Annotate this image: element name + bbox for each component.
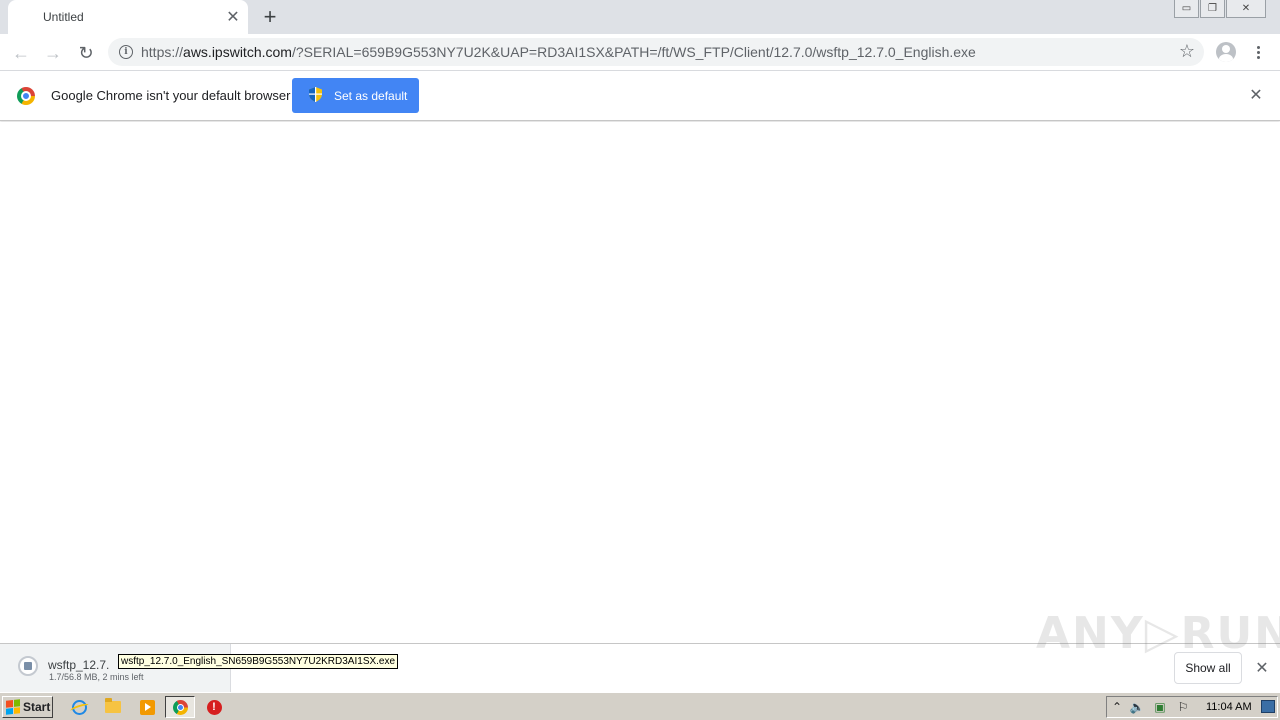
ie-icon (71, 699, 87, 715)
infobar-close-icon[interactable]: ✕ (1248, 87, 1264, 104)
new-tab-button[interactable]: + (258, 4, 282, 29)
download-shelf: wsftp_12.7. 1.7/56.8 MB, 2 mins left wsf… (0, 608, 1280, 692)
page-content (0, 122, 1280, 643)
browser-toolbar: ← → ↻ i https://aws.ipswitch.com/?SERIAL… (0, 34, 1280, 71)
media-player-icon (139, 699, 155, 715)
info-icon[interactable]: i (119, 45, 133, 59)
taskbar-stop[interactable]: ! (203, 697, 225, 717)
address-bar[interactable]: i https://aws.ipswitch.com/?SERIAL=659B9… (108, 38, 1204, 66)
stop-icon: ! (206, 699, 222, 715)
tab-strip: Untitled ✕ + ▭ ❐ ✕ (0, 0, 1280, 34)
window-controls: ▭ ❐ ✕ (1173, 0, 1266, 18)
url-host: aws.ipswitch.com (183, 44, 292, 60)
window-close-button[interactable]: ✕ (1226, 0, 1266, 18)
shield-icon (309, 87, 322, 102)
url-text[interactable]: https://aws.ipswitch.com/?SERIAL=659B9G5… (141, 44, 976, 60)
network-icon[interactable]: ▣ (1152, 699, 1168, 715)
restore-button[interactable]: ❐ (1200, 0, 1225, 18)
reload-button[interactable]: ↻ (73, 40, 99, 66)
show-all-button[interactable]: Show all (1174, 652, 1242, 684)
taskbar-ie[interactable] (68, 697, 90, 717)
action-center-flag-icon[interactable]: ⚐ (1175, 699, 1191, 715)
set-as-default-button[interactable]: Set as default (292, 78, 419, 113)
file-icon (18, 656, 38, 676)
default-browser-infobar: Google Chrome isn't your default browser… (0, 71, 1280, 121)
minimize-button[interactable]: ▭ (1174, 0, 1199, 18)
show-desktop-button[interactable] (1261, 700, 1275, 713)
start-label: Start (23, 700, 51, 714)
download-file-name: wsftp_12.7. (48, 658, 110, 672)
taskbar: Start ! ⌃ 🔈 ▣ ⚐ 11:04 AM (0, 692, 1280, 720)
folder-icon (105, 698, 121, 713)
taskbar-explorer[interactable] (102, 697, 124, 717)
url-path: /?SERIAL=659B9G553NY7U2K&UAP=RD3AI1SX&PA… (291, 44, 976, 60)
back-button[interactable]: ← (8, 40, 34, 66)
system-tray: ⌃ 🔈 ▣ ⚐ 11:04 AM (1106, 696, 1278, 718)
start-button[interactable]: Start (2, 696, 53, 718)
forward-button[interactable]: → (40, 40, 66, 66)
clock[interactable]: 11:04 AM (1206, 701, 1252, 713)
tab-close-icon[interactable]: ✕ (224, 8, 242, 26)
windows-flag-icon (6, 699, 20, 715)
volume-icon[interactable]: 🔈 (1129, 699, 1145, 715)
star-icon[interactable]: ☆ (1179, 41, 1195, 62)
shelf-close-icon[interactable]: ✕ (1254, 660, 1270, 677)
set-as-default-label: Set as default (334, 88, 408, 103)
anyrun-watermark: ANY▷RUN (1036, 608, 1280, 659)
chrome-logo-icon (17, 87, 35, 105)
download-tooltip: wsftp_12.7.0_English_SN659B9G553NY7U2KRD… (118, 654, 399, 669)
chrome-icon (172, 699, 188, 715)
tray-expand-icon[interactable]: ⌃ (1109, 699, 1125, 715)
infobar-message: Google Chrome isn't your default browser (51, 88, 291, 103)
tab-title: Untitled (43, 10, 84, 24)
tab-untitled[interactable]: Untitled ✕ (8, 0, 248, 34)
taskbar-media-player[interactable] (136, 697, 158, 717)
url-prefix: https:// (141, 44, 184, 60)
download-status: 1.7/56.8 MB, 2 mins left (49, 672, 144, 682)
menu-icon[interactable] (1252, 41, 1264, 63)
taskbar-chrome[interactable] (165, 696, 195, 718)
avatar-icon[interactable] (1216, 42, 1236, 62)
